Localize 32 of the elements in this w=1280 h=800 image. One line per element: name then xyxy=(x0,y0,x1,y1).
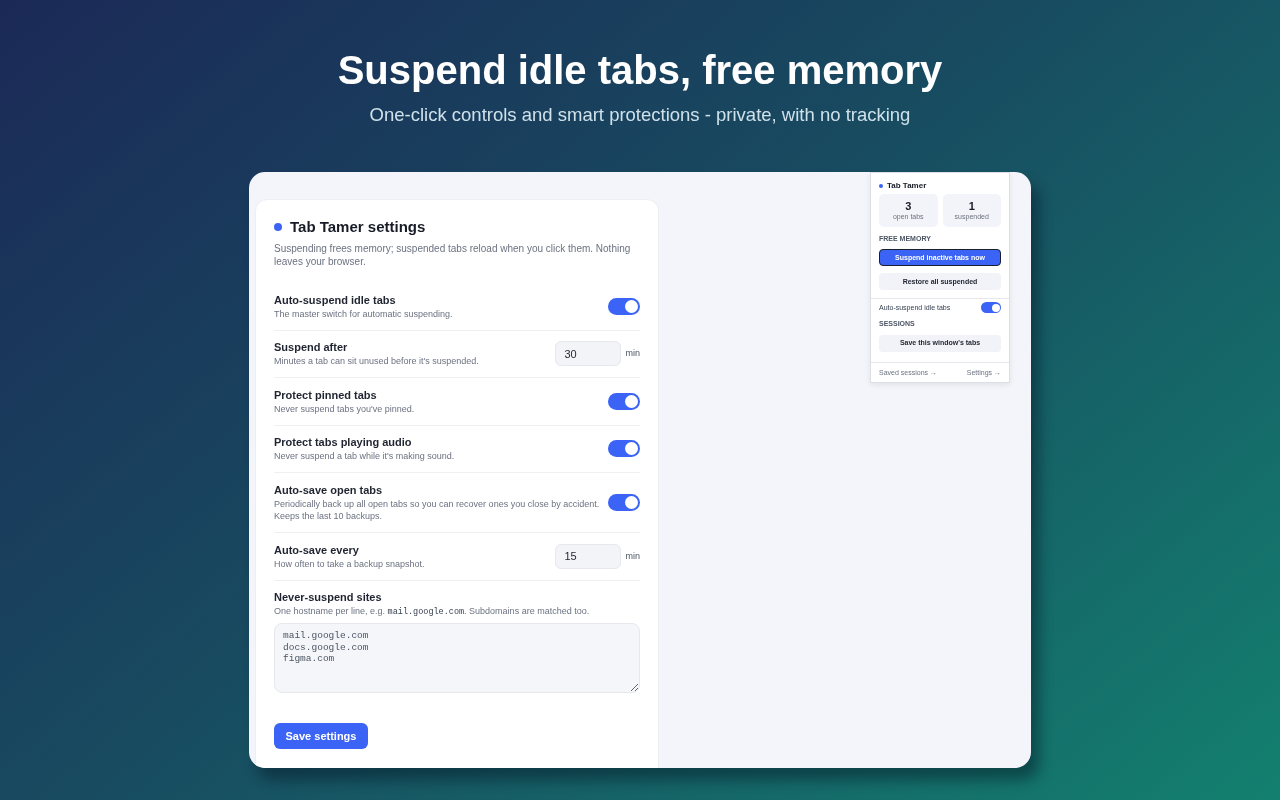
row-label: Never-suspend sites xyxy=(274,589,383,604)
row-hint: Never suspend a tab while it's making sound. xyxy=(274,450,455,463)
row-label: Protect tabs playing audio xyxy=(274,435,413,449)
toggle-switch[interactable] xyxy=(608,297,640,315)
sites-textarea[interactable]: mail.google.com docs.google.com figma.com xyxy=(274,623,640,693)
toggle-switch[interactable] xyxy=(608,392,640,410)
row-hint: Never suspend tabs you've pinned. xyxy=(274,402,415,415)
settings-description: Suspending frees memory; suspended tabs reload when you click them. Nothing leaves your browser. xyxy=(274,242,632,268)
number-input[interactable]: 30 xyxy=(555,341,622,367)
hero-title: Suspend idle tabs, free memory xyxy=(337,48,943,92)
toggle-switch[interactable] xyxy=(981,302,1001,313)
stat-value: 3 xyxy=(905,200,912,213)
row-label: Suspend after xyxy=(274,340,349,354)
row-hint: Periodically back up all open tabs so you can recover ones you close by accident. Keeps the last 10 backups. xyxy=(274,497,600,523)
unit-label: min xyxy=(625,347,640,360)
row-label: Auto-save every xyxy=(274,542,360,557)
unit-label: min xyxy=(625,549,640,563)
row-hint: The master switch for automatic suspending. xyxy=(274,307,453,320)
row-label: Auto-suspend idle tabs xyxy=(274,292,397,307)
popup-title: Tab Tamer xyxy=(887,181,927,190)
toggle-switch[interactable] xyxy=(608,440,640,458)
row-hint: One hostname per line, e.g. mail.google.com. Subdomains are matched too. xyxy=(274,604,591,618)
number-input[interactable]: 15 xyxy=(555,543,622,569)
row-hint: How often to take a backup snapshot. xyxy=(274,557,425,570)
hero-subtitle: One-click controls and smart protections - private, with no tracking xyxy=(369,104,911,126)
toggle-switch[interactable] xyxy=(608,494,640,511)
row-label: Protect pinned tabs xyxy=(274,387,378,402)
save-settings-button[interactable]: Save settings xyxy=(274,723,368,749)
row-label: Auto-save open tabs xyxy=(274,482,384,497)
settings-title: Tab Tamer settings xyxy=(290,217,426,237)
row-hint: Minutes a tab can sit unused before it's suspended. xyxy=(274,355,479,368)
stat-value: 1 xyxy=(968,200,975,213)
